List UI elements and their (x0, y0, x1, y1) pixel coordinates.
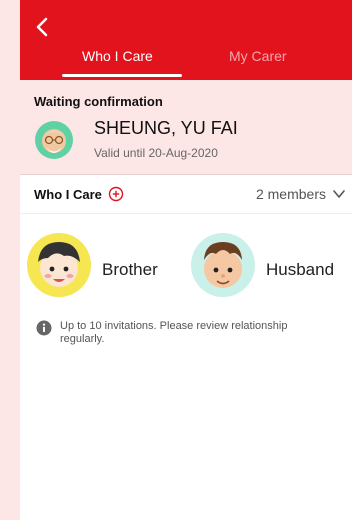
member-label: Brother (102, 260, 158, 279)
member-card-brother[interactable]: Brother (26, 232, 176, 306)
section-title: Who I Care (34, 187, 102, 202)
tab-my-carer[interactable]: My Carer (229, 48, 287, 64)
waiting-name[interactable]: SHEUNG, YU FAI (94, 118, 238, 139)
invitation-note: Up to 10 invitations. Please review rela… (60, 320, 288, 345)
header-bar: Who I Care My Carer (20, 0, 352, 80)
members-count[interactable]: 2 members (256, 186, 326, 202)
member-label: Husband (266, 260, 335, 279)
chevron-down-icon[interactable] (332, 188, 346, 200)
add-circle-icon[interactable] (108, 186, 124, 202)
who-i-care-section-header: Who I Care 2 members (20, 175, 352, 214)
avatar (191, 233, 255, 297)
tab-who-i-care[interactable]: Who I Care (82, 48, 153, 64)
back-arrow-icon[interactable] (34, 16, 52, 38)
waiting-title: Waiting confirmation (34, 94, 163, 109)
avatar (27, 233, 91, 297)
info-icon (36, 320, 52, 336)
member-card-husband[interactable]: Husband (190, 232, 350, 306)
waiting-confirmation-panel: Waiting confirmation SHEUNG, YU FAI Vali… (20, 80, 352, 175)
avatar[interactable] (34, 120, 74, 160)
valid-until-text: Valid until 20-Aug-2020 (94, 146, 218, 160)
app-screen: Who I Care My Carer Waiting confirmation… (20, 0, 352, 520)
active-tab-indicator (62, 74, 182, 77)
